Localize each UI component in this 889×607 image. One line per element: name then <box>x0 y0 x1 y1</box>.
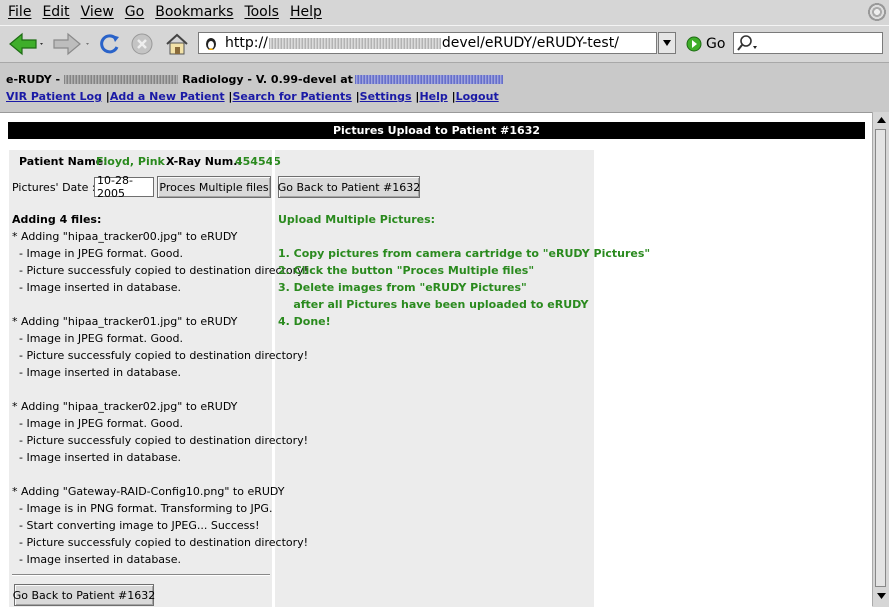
home-button[interactable] <box>163 29 191 59</box>
page-content: Pictures Upload to Patient #1632 Patient… <box>0 112 872 607</box>
pictures-date-label: Pictures' Date : <box>12 181 96 194</box>
instruction-item: after all Pictures have been uploaded to… <box>278 298 589 311</box>
log-line: - Image inserted in database. <box>12 451 182 464</box>
log-heading: Adding 4 files: <box>12 213 102 226</box>
go-button[interactable]: Go <box>686 34 725 54</box>
back-button[interactable] <box>4 29 48 59</box>
url-field[interactable]: http:// devel/eRUDY/eRUDY-test/ <box>198 32 657 54</box>
scrollbar-thumb[interactable] <box>875 129 886 587</box>
menu-tools[interactable]: Tools <box>244 4 279 20</box>
nav-help[interactable]: Help <box>419 90 447 103</box>
patient-name-label: Patient Name: <box>19 155 108 168</box>
app-title-middle: Radiology - V. 0.99-devel at <box>182 73 353 86</box>
log-line: * Adding "hipaa_tracker00.jpg" to eRUDY <box>12 230 238 243</box>
log-line: - Picture successfuly copied to destinat… <box>12 434 309 447</box>
log-line: - Start converting image to JPEG... Succ… <box>12 519 260 532</box>
nav-search-patients[interactable]: Search for Patients <box>232 90 351 103</box>
chevron-down-icon <box>663 40 671 46</box>
stop-icon <box>131 33 153 55</box>
url-suffix: devel/eRUDY/eRUDY-test/ <box>441 35 619 51</box>
stop-button[interactable] <box>129 29 155 59</box>
go-icon <box>686 36 702 52</box>
nav-settings[interactable]: Settings <box>360 90 412 103</box>
menu-bar: File Edit View Go Bookmarks Tools Help <box>0 0 889 24</box>
magnifier-icon <box>737 35 757 51</box>
app-nav: VIR Patient Log |Add a New Patient |Sear… <box>6 90 499 103</box>
home-icon <box>166 33 188 55</box>
process-multiple-files-button[interactable]: Proces Multiple files <box>157 176 271 198</box>
app-header: e-RUDY - Radiology - V. 0.99-devel at VI… <box>0 62 889 113</box>
hospital-name-redacted <box>64 75 179 84</box>
nav-add-patient[interactable]: Add a New Patient <box>110 90 225 103</box>
instruction-item: 4. Done! <box>278 315 331 328</box>
log-line: - Image inserted in database. <box>12 281 182 294</box>
url-prefix: http:// <box>225 35 268 51</box>
go-back-to-patient-button[interactable]: Go Back to Patient #1632 <box>278 176 420 198</box>
forward-button[interactable] <box>50 29 94 59</box>
log-line: - Image in JPEG format. Good. <box>12 332 183 345</box>
log-line: - Image inserted in database. <box>12 553 182 566</box>
divider-line <box>12 574 270 576</box>
scroll-up-button[interactable] <box>874 113 888 127</box>
scroll-down-button[interactable] <box>874 589 888 603</box>
menu-view[interactable]: View <box>81 4 114 20</box>
patient-info-row: Patient Name: Floyd, Pink X-Ray Num.: 45… <box>9 150 594 172</box>
app-title: e-RUDY - Radiology - V. 0.99-devel at <box>6 73 503 86</box>
patient-name-value: Floyd, Pink <box>96 155 165 168</box>
reload-button[interactable] <box>95 29 123 59</box>
pictures-date-value: 10-28-2005 <box>97 174 133 200</box>
column-divider <box>272 150 275 172</box>
nav-vir-patient-log[interactable]: VIR Patient Log <box>6 90 102 103</box>
url-redacted <box>268 37 441 49</box>
page-title: Pictures Upload to Patient #1632 <box>8 122 865 139</box>
log-line: - Image in JPEG format. Good. <box>12 417 183 430</box>
triangle-up-icon <box>876 117 886 123</box>
app-title-prefix: e-RUDY - <box>6 73 61 86</box>
pictures-date-input[interactable]: 10-28-2005 <box>94 174 154 200</box>
log-line: - Image is in PNG format. Transforming t… <box>12 502 273 515</box>
back-arrow-icon <box>9 32 43 56</box>
menu-edit[interactable]: Edit <box>42 4 69 20</box>
nav-logout[interactable]: Logout <box>456 90 499 103</box>
instructions: Upload Multiple Pictures: 1. Copy pictur… <box>278 211 650 330</box>
log-line: * Adding "hipaa_tracker02.jpg" to eRUDY <box>12 400 238 413</box>
log-line: - Picture successfuly copied to destinat… <box>12 349 309 362</box>
host-link-redacted[interactable] <box>354 75 503 84</box>
throbber-icon <box>867 2 887 22</box>
menu-go[interactable]: Go <box>125 4 144 20</box>
navigation-toolbar: http:// devel/eRUDY/eRUDY-test/ Go <box>0 25 889 62</box>
reload-icon <box>100 34 119 54</box>
url-dropdown-button[interactable] <box>658 32 676 54</box>
log-line: * Adding "Gateway-RAID-Config10.png" to … <box>12 485 285 498</box>
instruction-item: 3. Delete images from "eRUDY Pictures" <box>278 281 527 294</box>
instructions-heading: Upload Multiple Pictures: <box>278 213 436 226</box>
menu-file[interactable]: File <box>8 4 31 20</box>
triangle-down-icon <box>876 593 886 599</box>
search-input[interactable] <box>733 32 883 54</box>
log-line: - Picture successfuly copied to destinat… <box>12 536 309 549</box>
log-line: * Adding "hipaa_tracker01.jpg" to eRUDY <box>12 315 238 328</box>
instruction-item: 1. Copy pictures from camera cartridge t… <box>278 247 651 260</box>
penguin-site-icon <box>206 38 216 50</box>
log-line: - Picture successfuly copied to destinat… <box>12 264 309 277</box>
go-back-to-patient-bottom-button[interactable]: Go Back to Patient #1632 <box>13 584 155 606</box>
upload-log: Adding 4 files: * Adding "hipaa_tracker0… <box>12 211 308 568</box>
menu-bookmarks[interactable]: Bookmarks <box>155 4 233 20</box>
menu-help[interactable]: Help <box>290 4 322 20</box>
instruction-item: 2. Click the button "Proces Multiple fil… <box>278 264 535 277</box>
xray-label: X-Ray Num.: <box>166 155 242 168</box>
vertical-scrollbar[interactable] <box>872 112 889 606</box>
log-line: - Image in JPEG format. Good. <box>12 247 183 260</box>
forward-arrow-icon <box>53 32 89 56</box>
log-line: - Image inserted in database. <box>12 366 182 379</box>
go-label: Go <box>706 36 726 52</box>
